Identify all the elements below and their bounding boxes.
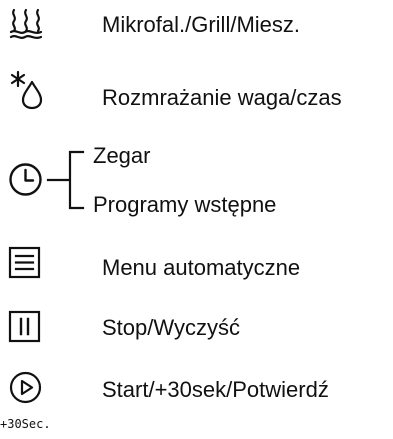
programy-wstepne-label: Programy wstępne bbox=[93, 192, 277, 217]
plus-30-sec-caption: +30Sec. bbox=[0, 417, 51, 431]
play-icon bbox=[9, 371, 42, 404]
microwave-grill-waves-icon bbox=[8, 8, 44, 40]
auto-menu-icon bbox=[8, 246, 41, 279]
clock-icon bbox=[8, 162, 43, 197]
control-panel-legend: Mikrofal./Grill/Miesz. Rozmrażanie waga/… bbox=[0, 0, 393, 439]
start-potwierdz-label: Start/+30sek/Potwierdź bbox=[102, 377, 329, 402]
pause-icon bbox=[8, 310, 41, 343]
rozmrazanie-label: Rozmrażanie waga/czas bbox=[102, 85, 342, 110]
menu-automatyczne-label: Menu automatyczne bbox=[102, 255, 301, 280]
mikrofal-grill-label: Mikrofal./Grill/Miesz. bbox=[102, 12, 301, 37]
clock-options-bracket-icon bbox=[46, 150, 92, 210]
zegar-label: Zegar bbox=[93, 143, 151, 168]
defrost-snowflake-drop-icon bbox=[8, 70, 46, 110]
stop-wyczysc-label: Stop/Wyczyść bbox=[102, 315, 240, 340]
